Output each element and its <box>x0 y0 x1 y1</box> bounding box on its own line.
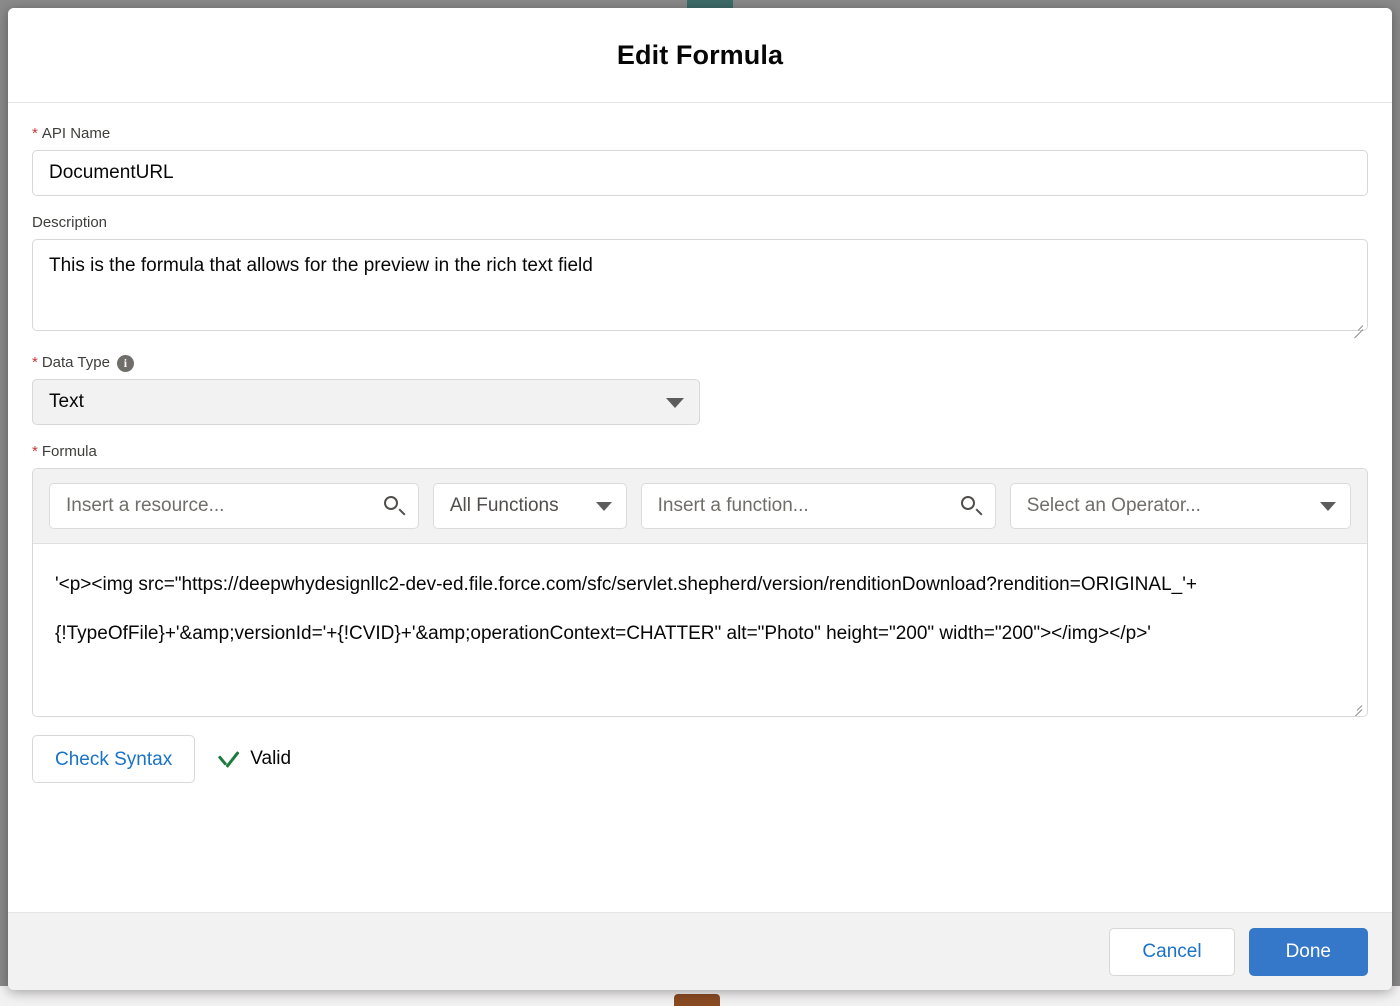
formula-label: * Formula <box>32 443 1368 461</box>
chevron-down-icon[interactable] <box>1320 502 1336 511</box>
search-icon[interactable] <box>961 496 981 516</box>
edit-formula-modal: Edit Formula * API Name Description * <box>8 8 1392 990</box>
data-type-label-text: Data Type <box>42 354 110 372</box>
api-name-label: * API Name <box>32 125 1368 143</box>
required-asterisk: * <box>32 354 38 372</box>
syntax-status: Valid <box>217 748 291 770</box>
formula-textarea-wrap <box>33 544 1367 716</box>
formula-label-text: Formula <box>42 443 97 461</box>
formula-toolbar: Insert a resource... All Functions Inser… <box>33 469 1367 544</box>
api-name-label-text: API Name <box>42 125 110 143</box>
cancel-button[interactable]: Cancel <box>1109 928 1234 976</box>
field-formula: * Formula Insert a resource... All Funct… <box>32 443 1368 783</box>
data-type-label: * Data Type i <box>32 354 1368 372</box>
assignment-node-icon <box>674 994 720 1006</box>
status-badge: Valid <box>250 748 291 770</box>
formula-builder: Insert a resource... All Functions Inser… <box>32 468 1368 717</box>
done-button[interactable]: Done <box>1249 928 1368 976</box>
insert-function-input[interactable]: Insert a function... <box>641 483 996 529</box>
check-icon <box>217 752 239 766</box>
formula-textarea[interactable] <box>33 544 1367 716</box>
search-icon[interactable] <box>384 496 404 516</box>
description-label-text: Description <box>32 214 107 232</box>
chevron-down-icon[interactable] <box>666 398 684 408</box>
field-data-type: * Data Type i Text <box>32 354 1368 425</box>
description-textarea[interactable] <box>32 239 1368 331</box>
insert-resource-input[interactable]: Insert a resource... <box>49 483 419 529</box>
page-title: Edit Formula <box>617 40 783 71</box>
info-icon[interactable]: i <box>117 355 134 372</box>
flow-node-assignment[interactable]: Assignment <box>660 994 734 1006</box>
modal-footer: Cancel Done <box>8 912 1392 990</box>
check-syntax-button[interactable]: Check Syntax <box>32 735 195 783</box>
modal-header: Edit Formula <box>8 8 1392 103</box>
operator-select[interactable]: Select an Operator... <box>1010 483 1351 529</box>
syntax-check-row: Check Syntax Valid <box>32 735 1368 783</box>
description-label: Description <box>32 214 1368 232</box>
insert-function-placeholder: Insert a function... <box>658 495 809 517</box>
function-category-select[interactable]: All Functions <box>433 483 627 529</box>
required-asterisk: * <box>32 125 38 143</box>
insert-resource-placeholder: Insert a resource... <box>66 495 224 517</box>
description-textarea-wrap <box>32 239 1368 336</box>
function-category-value: All Functions <box>450 495 559 517</box>
required-asterisk: * <box>32 443 38 461</box>
data-type-select[interactable]: Text <box>32 379 700 425</box>
field-description: Description <box>32 214 1368 336</box>
chevron-down-icon[interactable] <box>596 502 612 511</box>
data-type-selected-value: Text <box>49 391 84 413</box>
modal-body: * API Name Description * Data Type i <box>8 103 1392 912</box>
operator-placeholder: Select an Operator... <box>1027 495 1201 517</box>
data-type-select-wrap: Text <box>32 379 700 425</box>
api-name-input[interactable] <box>32 150 1368 196</box>
field-api-name: * API Name <box>32 125 1368 196</box>
